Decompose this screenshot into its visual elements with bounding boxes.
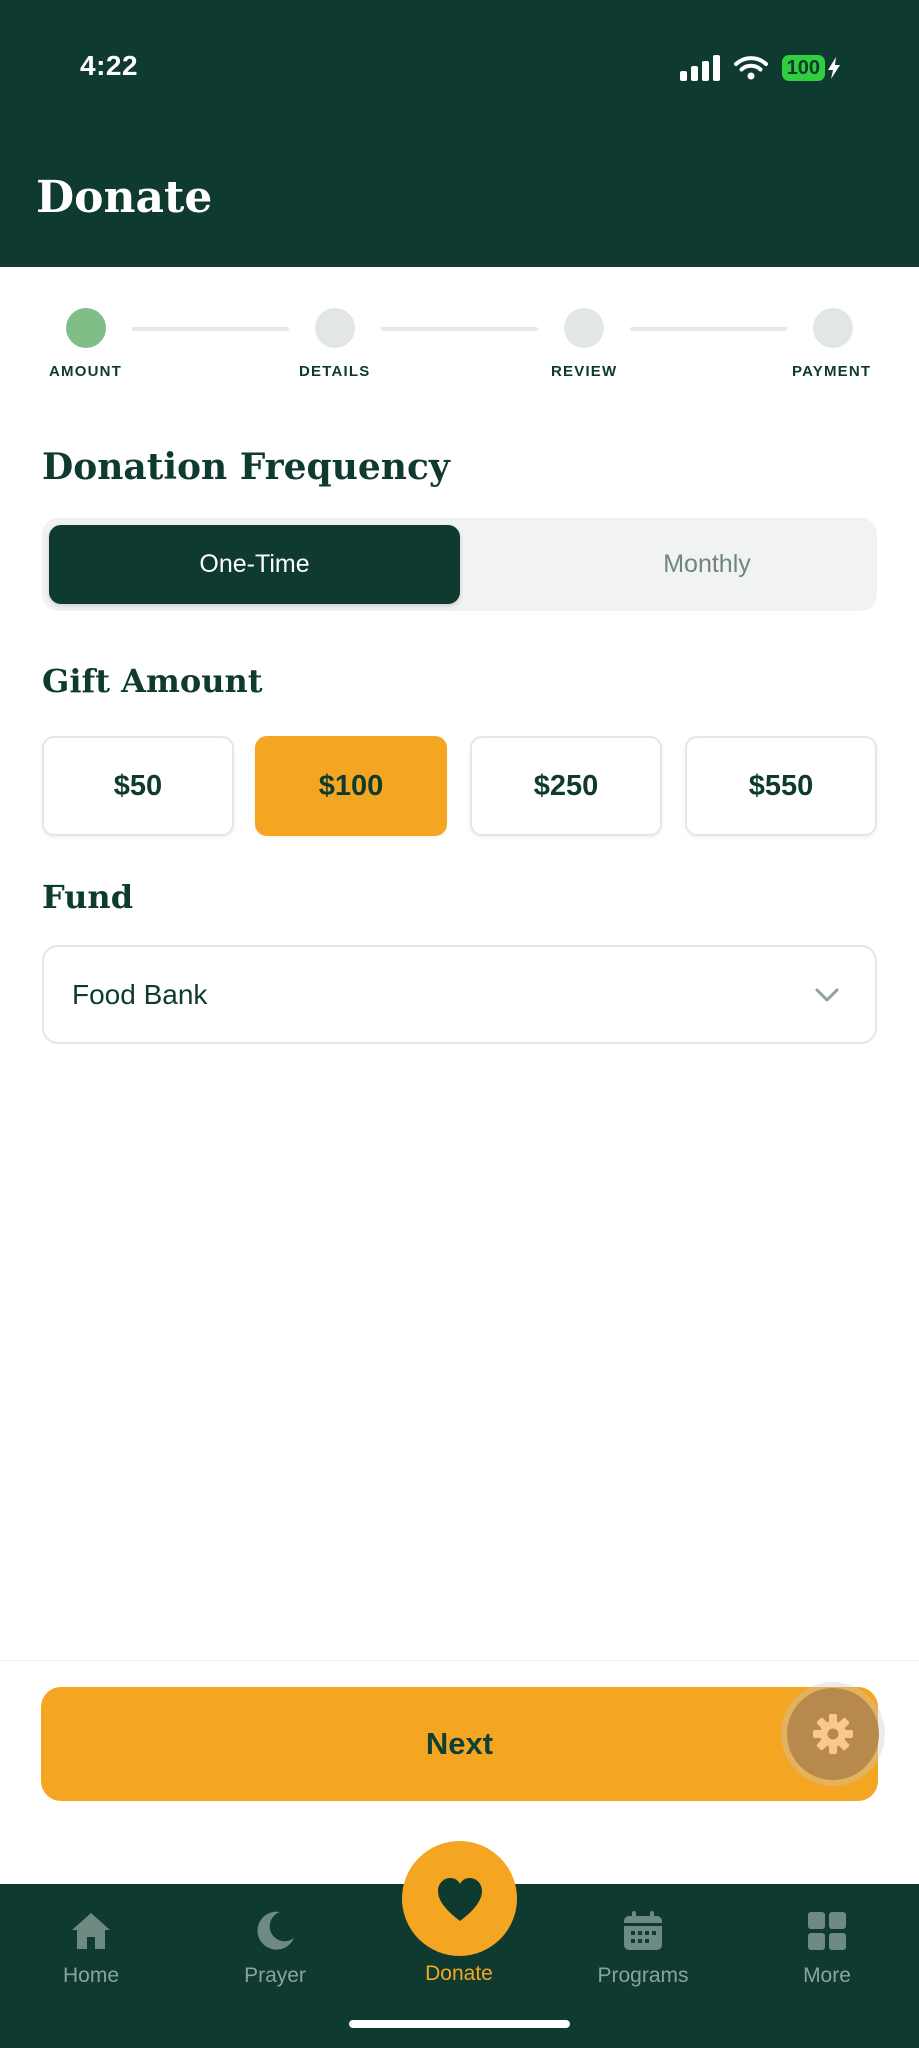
page-title: Donate	[36, 172, 213, 223]
nav-item-prayer[interactable]: Prayer	[205, 1908, 345, 1988]
amount-100-button[interactable]: $100	[255, 736, 447, 836]
nav-label-home: Home	[62, 1964, 120, 1987]
settings-floating-button[interactable]	[787, 1688, 879, 1780]
home-indicator	[349, 2020, 570, 2028]
step-dot-details	[315, 308, 355, 348]
nav-item-home[interactable]: Home	[21, 1908, 161, 1988]
nav-label-prayer: Prayer	[244, 1964, 306, 1987]
frequency-monthly-button[interactable]: Monthly	[502, 525, 912, 604]
step-label-amount: AMOUNT	[49, 363, 123, 380]
wifi-icon	[733, 56, 768, 80]
step-label-review: REVIEW	[551, 363, 618, 380]
status-icons: 100	[679, 52, 841, 84]
frequency-one-time-button[interactable]: One-Time	[49, 525, 460, 604]
charging-bolt-icon	[828, 57, 840, 79]
gift-amount-title: Gift Amount	[42, 662, 263, 700]
fund-dropdown[interactable]: Food Bank	[42, 945, 877, 1044]
amount-250-button[interactable]: $250	[470, 736, 662, 836]
grid-icon	[808, 1912, 846, 1950]
step-connector	[381, 327, 538, 331]
nav-item-more[interactable]: More	[757, 1908, 897, 1988]
chevron-down-icon	[815, 988, 839, 1002]
nav-label-more: More	[803, 1964, 851, 1987]
nav-item-donate[interactable]	[402, 1841, 517, 1956]
nav-label-donate: Donate	[425, 1962, 493, 1985]
app-header: 4:22 100 Donate	[0, 0, 919, 267]
moon-icon	[257, 1911, 294, 1950]
step-dot-amount	[66, 308, 106, 348]
fund-selected-value: Food Bank	[72, 978, 208, 1010]
next-button[interactable]: Next	[41, 1687, 878, 1801]
nav-item-programs[interactable]: Programs	[573, 1908, 713, 1988]
fund-title: Fund	[42, 878, 134, 916]
step-connector	[630, 327, 787, 331]
cellular-signal-icon	[679, 55, 720, 81]
amount-50-button[interactable]: $50	[42, 736, 234, 836]
frequency-toggle: One-Time Monthly	[42, 518, 877, 611]
battery-indicator: 100	[781, 55, 841, 81]
step-dot-payment	[813, 308, 853, 348]
step-label-payment: PAYMENT	[792, 363, 872, 380]
gift-amount-options: $50 $100 $250 $550	[42, 736, 877, 836]
calendar-icon	[624, 1911, 662, 1950]
nav-label-programs: Programs	[597, 1964, 689, 1987]
amount-550-button[interactable]: $550	[685, 736, 877, 836]
frequency-title: Donation Frequency	[42, 446, 450, 488]
step-label-details: DETAILS	[299, 363, 371, 380]
battery-level: 100	[781, 55, 825, 81]
step-connector	[132, 327, 289, 331]
footer-divider	[0, 1660, 919, 1661]
home-icon	[72, 1913, 110, 1949]
progress-stepper: AMOUNT DETAILS REVIEW PAYMENT	[0, 300, 919, 390]
heart-icon	[437, 1877, 482, 1921]
step-dot-review	[564, 308, 604, 348]
gear-icon	[813, 1714, 853, 1754]
status-time: 4:22	[80, 50, 139, 81]
